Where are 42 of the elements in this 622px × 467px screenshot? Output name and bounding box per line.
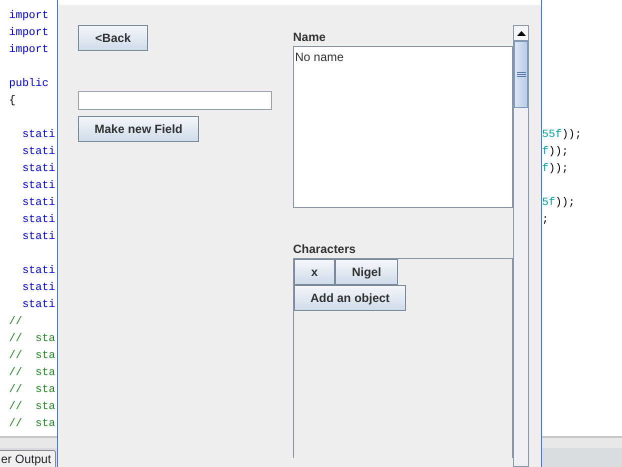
code-line: stati: [21, 298, 56, 313]
code-line: stati: [21, 230, 56, 245]
code-comment: // sta: [8, 383, 56, 398]
code-comment: // sta: [8, 349, 56, 364]
code-line: f));: [542, 145, 570, 160]
code-comment: // sta: [8, 366, 56, 381]
scroll-up-button[interactable]: [514, 26, 528, 41]
grip-icon: [516, 72, 526, 77]
name-label: Name: [293, 29, 327, 46]
add-object-button[interactable]: Add an object: [294, 285, 406, 311]
scroll-thumb[interactable]: [514, 41, 528, 108]
name-text-area[interactable]: No name: [293, 46, 513, 208]
code-line: stati: [21, 264, 56, 279]
code-line: ;: [542, 213, 550, 228]
code-line: f));: [542, 162, 570, 177]
up-arrow-icon: [516, 30, 526, 36]
character-button[interactable]: x: [294, 259, 335, 285]
code-line: stati: [21, 145, 56, 160]
output-tab[interactable]: er Output: [0, 450, 56, 467]
code-comment: //: [8, 315, 24, 330]
code-line: import: [8, 9, 50, 24]
code-line: stati: [21, 213, 56, 228]
code-line: stati: [21, 162, 56, 177]
code-line: stati: [21, 281, 56, 296]
characters-label: Characters: [293, 241, 357, 258]
character-button[interactable]: Nigel: [335, 259, 398, 285]
code-line: stati: [21, 179, 56, 194]
code-line: stati: [21, 196, 56, 211]
make-new-field-button[interactable]: Make new Field: [78, 116, 199, 142]
code-line: public: [8, 77, 50, 92]
code-line: import: [8, 43, 50, 58]
back-button[interactable]: <Back: [78, 25, 148, 51]
code-comment: // sta: [8, 417, 56, 432]
code-line: 55f));: [542, 128, 583, 143]
code-line: stati: [21, 128, 56, 143]
code-line: {: [8, 94, 17, 109]
code-line: 5f));: [542, 196, 576, 211]
scrollbar[interactable]: [513, 25, 529, 467]
code-comment: // sta: [8, 332, 56, 347]
code-line: import: [8, 26, 50, 41]
input-field[interactable]: [78, 91, 272, 110]
code-comment: // sta: [8, 400, 56, 415]
